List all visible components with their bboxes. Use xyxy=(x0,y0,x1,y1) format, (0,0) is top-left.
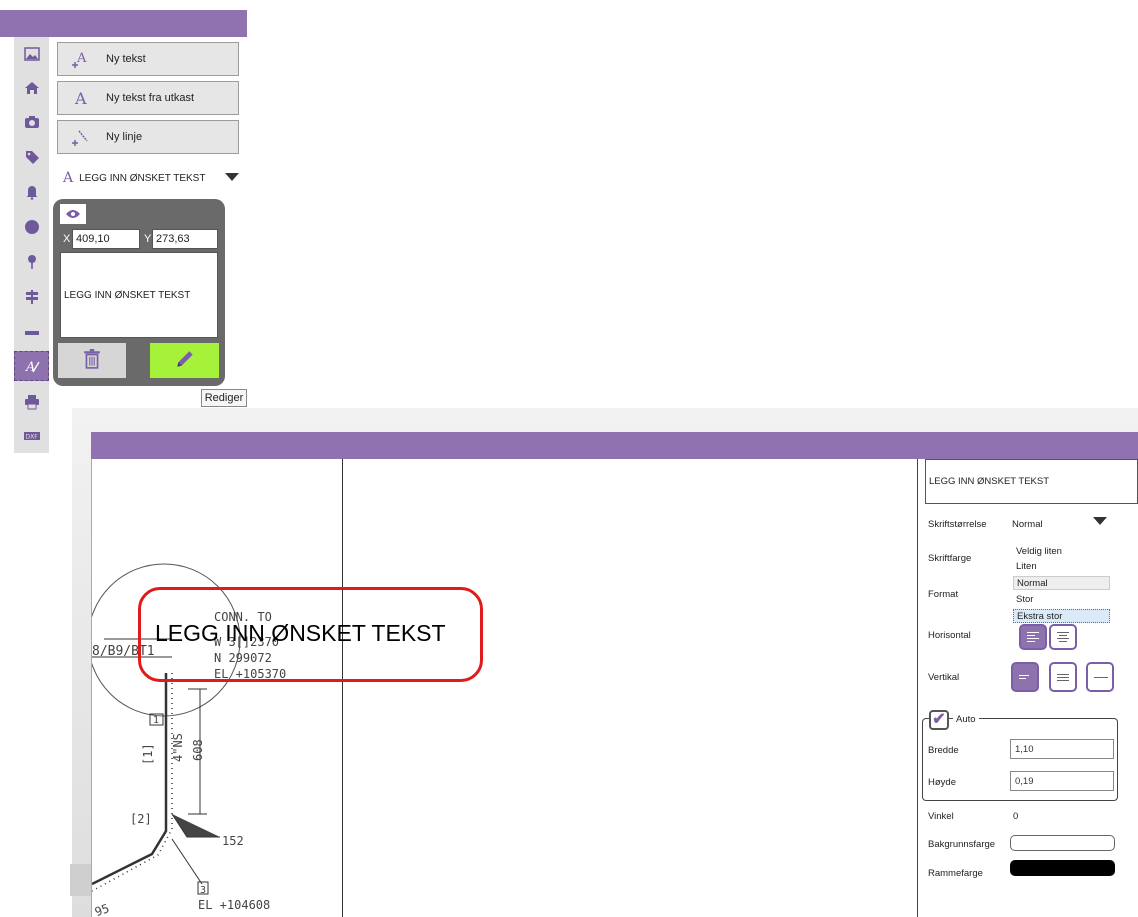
new-text-from-draft-button[interactable]: A Ny tekst fra utkast xyxy=(57,81,239,115)
drawing-marker-3: 3 xyxy=(200,885,206,896)
scrollbar-handle[interactable] xyxy=(70,864,92,896)
valign-top-button[interactable] xyxy=(1011,662,1039,692)
svg-text:A: A xyxy=(76,51,87,66)
placed-text-label[interactable]: LEGG INN ØNSKET TEKST xyxy=(155,620,446,647)
home-icon[interactable] xyxy=(14,73,49,103)
isometric-drawing: 1 8/B9/BT1 CONN. TO W 3[]2370 N 299072 E… xyxy=(92,563,286,917)
format-label: Format xyxy=(928,589,959,600)
drawing-el-bottom-label: EL +104608 xyxy=(198,898,270,912)
font-size-option-very-small[interactable]: Veldig liten xyxy=(1013,545,1110,559)
drawing-partial-dim-label: 95 xyxy=(93,901,111,917)
valign-middle-icon xyxy=(1057,672,1069,683)
new-text-label: Ny tekst xyxy=(106,53,146,65)
align-center-icon xyxy=(1057,630,1069,644)
background-color-swatch[interactable] xyxy=(1010,835,1115,851)
new-line-button[interactable]: Ny linje xyxy=(57,120,239,154)
pin-icon[interactable] xyxy=(14,247,49,277)
valign-bottom-icon xyxy=(1094,675,1108,680)
drawing-divider xyxy=(342,459,343,917)
svg-text:A: A xyxy=(25,360,35,374)
drawing-bracket1-label: [1] xyxy=(141,743,155,765)
height-input[interactable]: 0,19 xyxy=(1010,771,1114,791)
valign-bottom-button[interactable] xyxy=(1086,662,1114,692)
dxf-icon[interactable]: DXF xyxy=(14,421,49,451)
edit-button[interactable] xyxy=(150,343,219,378)
font-size-option-small[interactable]: Liten xyxy=(1013,560,1110,574)
font-size-option-extra-large[interactable]: Ekstra stor xyxy=(1013,609,1110,623)
printer-icon[interactable] xyxy=(14,387,49,417)
height-label: Høyde xyxy=(928,777,956,788)
tool-sidebar: A DXF xyxy=(14,37,49,453)
new-text-from-draft-label: Ny tekst fra utkast xyxy=(106,92,195,104)
width-input[interactable]: 1,10 xyxy=(1010,739,1114,759)
vertical-label: Vertikal xyxy=(928,672,960,683)
new-line-label: Ny linje xyxy=(106,131,143,143)
bell-icon[interactable] xyxy=(14,177,49,207)
x-label: X xyxy=(63,233,71,245)
text-content-input[interactable]: LEGG INN ØNSKET TEKST xyxy=(60,252,218,338)
svg-text:A: A xyxy=(74,89,87,108)
signpost-icon[interactable] xyxy=(14,282,49,312)
tag-icon[interactable] xyxy=(14,142,49,172)
font-size-option-normal[interactable]: Normal xyxy=(1013,576,1110,590)
font-size-option-large[interactable]: Stor xyxy=(1013,593,1110,607)
valign-middle-button[interactable] xyxy=(1049,662,1077,692)
drawing-marker-1: 1 xyxy=(153,715,159,726)
svg-text:DXF: DXF xyxy=(25,434,38,441)
text-selector-value: LEGG INN ØNSKET TEKST xyxy=(79,172,206,184)
properties-text-input[interactable]: LEGG INN ØNSKET TEKST xyxy=(925,459,1138,504)
drawing-dim152-label: 152 xyxy=(222,834,244,848)
top-title-bar xyxy=(0,10,247,37)
y-label: Y xyxy=(144,233,152,245)
ruler-icon[interactable] xyxy=(14,317,49,347)
text-icon: A xyxy=(63,170,74,186)
angle-value[interactable]: 0 xyxy=(1013,811,1018,822)
auto-checkbox[interactable]: ✔ xyxy=(929,710,949,730)
angle-label: Vinkel xyxy=(928,811,954,822)
font-color-label: Skriftfarge xyxy=(928,553,972,564)
pencil-icon xyxy=(174,348,196,373)
camera-icon[interactable] xyxy=(14,107,49,137)
image-icon[interactable] xyxy=(14,39,49,69)
circle-icon[interactable] xyxy=(14,212,49,242)
frame-color-label: Rammefarge xyxy=(928,868,983,879)
edit-tooltip: Rediger xyxy=(201,389,247,407)
auto-label: Auto xyxy=(953,714,979,725)
trash-icon xyxy=(83,349,101,372)
text-icon: A xyxy=(70,88,92,108)
drawing-ns-label: 4"NS xyxy=(171,733,185,762)
checkmark-icon: ✔ xyxy=(932,711,946,728)
drawing-dim608-label: 608 xyxy=(191,739,205,761)
add-text-icon: A xyxy=(70,49,92,69)
y-coordinate-input[interactable]: 273,63 xyxy=(152,229,218,249)
text-selector-dropdown[interactable]: A LEGG INN ØNSKET TEKST xyxy=(57,162,247,194)
background-color-label: Bakgrunnsfarge xyxy=(928,839,996,850)
delete-button[interactable] xyxy=(58,343,126,378)
width-label: Bredde xyxy=(928,745,959,756)
drawing-canvas[interactable]: 1 8/B9/BT1 CONN. TO W 3[]2370 N 299072 E… xyxy=(92,459,917,917)
eye-icon[interactable] xyxy=(60,204,86,224)
chevron-down-icon[interactable] xyxy=(225,173,239,181)
valign-top-icon xyxy=(1019,673,1031,681)
x-coordinate-input[interactable]: 409,10 xyxy=(72,229,140,249)
align-left-icon xyxy=(1027,630,1039,644)
align-center-button[interactable] xyxy=(1049,624,1077,650)
text-edit-icon[interactable]: A xyxy=(14,351,49,381)
drawing-title-bar xyxy=(91,432,1138,459)
horizontal-label: Horisontal xyxy=(928,630,971,641)
font-size-label: Skriftstørrelse xyxy=(928,519,987,530)
new-text-button[interactable]: A Ny tekst xyxy=(57,42,239,76)
drawing-bracket2-label: [2] xyxy=(130,812,152,826)
chevron-down-icon[interactable] xyxy=(1093,517,1107,525)
add-line-icon xyxy=(70,127,92,147)
align-left-button[interactable] xyxy=(1019,624,1047,650)
frame-color-swatch[interactable] xyxy=(1010,860,1115,876)
font-size-value[interactable]: Normal xyxy=(1012,519,1043,530)
